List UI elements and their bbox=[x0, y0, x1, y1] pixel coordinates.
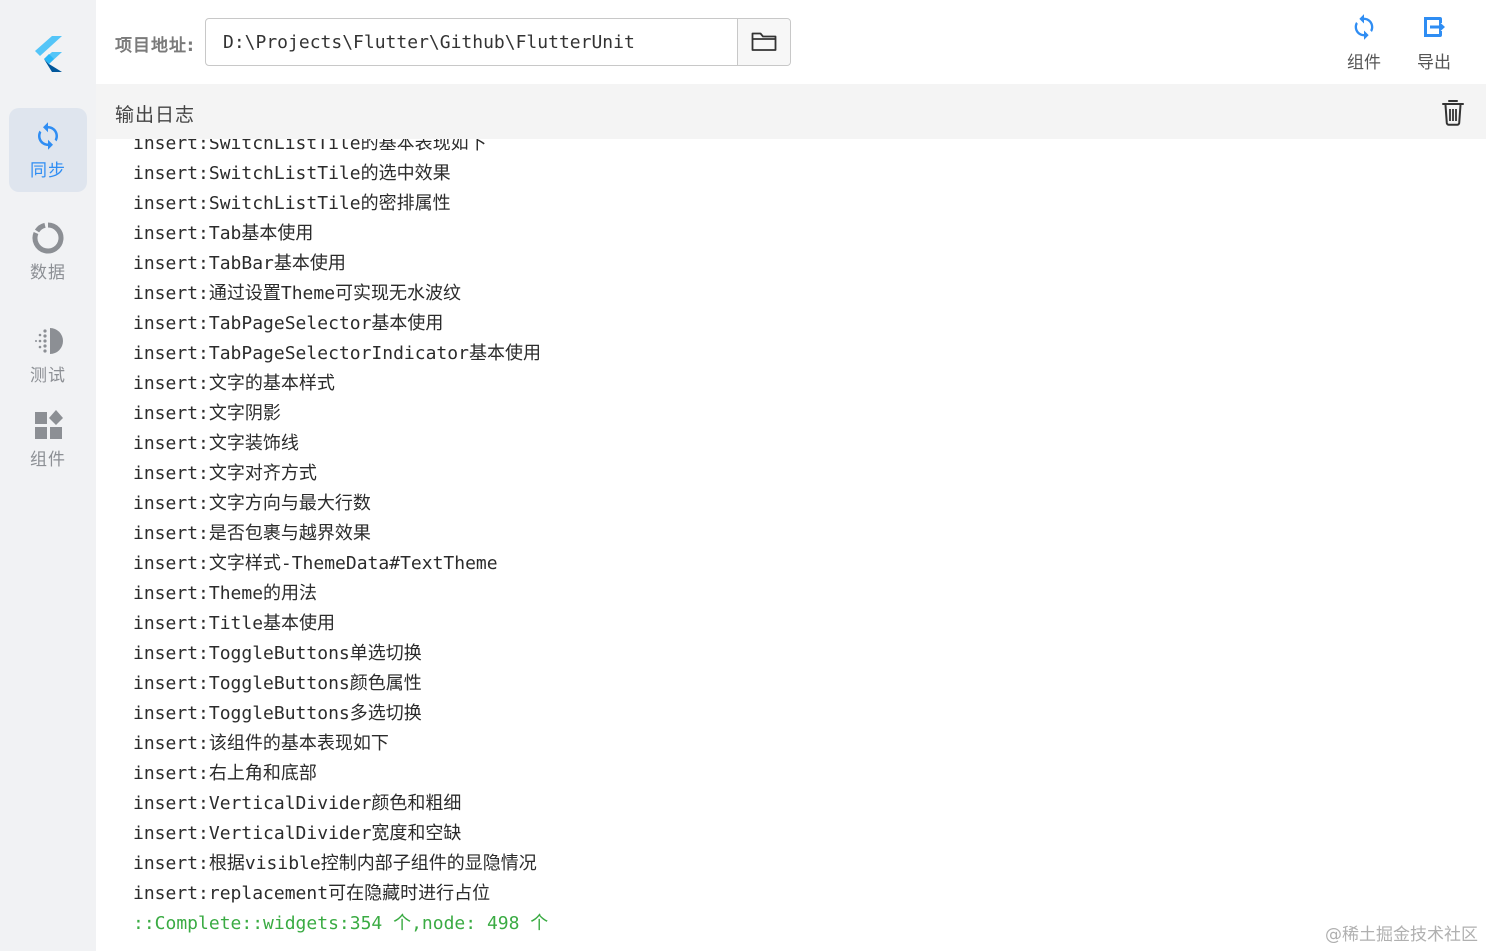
log-line: insert:replacement可在隐藏时进行占位 bbox=[133, 883, 491, 904]
export-label: 导出 bbox=[1417, 53, 1451, 73]
log-line: insert:SwitchListTile的基本表现如下 bbox=[133, 139, 487, 154]
log-lines: insert:SwitchListTile的基本表现如下 insert:Switc… bbox=[133, 139, 548, 939]
export-icon bbox=[1424, 17, 1445, 37]
widgets-icon bbox=[35, 410, 63, 439]
log-line: insert:根据visible控制内部子组件的显隐情况 bbox=[133, 853, 537, 874]
project-address-label: 项目地址: bbox=[115, 36, 195, 56]
log-complete-line: ::Complete::widgets:354 个,node: 498 个 bbox=[133, 913, 549, 934]
log-line: insert:ToggleButtons颜色属性 bbox=[133, 673, 422, 694]
sync-icon bbox=[1354, 14, 1374, 40]
log-line: insert:ToggleButtons多选切换 bbox=[133, 703, 422, 724]
log-header: 输出日志 bbox=[96, 84, 1486, 139]
project-address-field bbox=[205, 18, 791, 66]
folder-icon bbox=[751, 32, 777, 51]
log-line: insert:VerticalDivider宽度和空缺 bbox=[133, 823, 462, 844]
log-line: insert:文字方向与最大行数 bbox=[133, 493, 371, 514]
nav-item-sync[interactable]: 同步 bbox=[9, 108, 87, 192]
log-line: insert:ToggleButtons单选切换 bbox=[133, 643, 422, 664]
log-line: insert:VerticalDivider颜色和粗细 bbox=[133, 793, 462, 814]
watermark: @稀土掘金技术社区 bbox=[1325, 925, 1478, 945]
nav-label-data: 数据 bbox=[30, 263, 66, 283]
project-address-input[interactable] bbox=[206, 19, 737, 65]
dotted-half-circle-icon bbox=[35, 328, 63, 354]
sync-widgets-button[interactable]: 组件 bbox=[1336, 12, 1392, 73]
delete-icon[interactable] bbox=[1441, 98, 1465, 126]
log-line: insert:SwitchListTile的密排属性 bbox=[133, 193, 451, 214]
nav-label-sync: 同步 bbox=[30, 161, 66, 181]
nav-label-test: 测试 bbox=[30, 366, 66, 386]
circle-progress-icon bbox=[32, 222, 64, 254]
log-line: insert:TabPageSelectorIndicator基本使用 bbox=[133, 343, 541, 364]
log-line: insert:文字样式-ThemeData#TextTheme bbox=[133, 553, 498, 574]
top-bar: 项目地址: 组件 导出 bbox=[96, 0, 1486, 84]
browse-folder-button[interactable] bbox=[737, 19, 790, 65]
log-line: insert:文字的基本样式 bbox=[133, 373, 335, 394]
nav-item-widgets[interactable]: 组件 bbox=[9, 397, 87, 481]
log-line: insert:Tab基本使用 bbox=[133, 223, 314, 244]
log-line: insert:文字对齐方式 bbox=[133, 463, 317, 484]
log-line: insert:文字阴影 bbox=[133, 403, 281, 424]
log-line: insert:Theme的用法 bbox=[133, 583, 318, 604]
log-line: insert:TabPageSelector基本使用 bbox=[133, 313, 444, 334]
nav-label-widgets: 组件 bbox=[30, 450, 66, 470]
log-line: insert:通过设置Theme可实现无水波纹 bbox=[133, 283, 462, 304]
flutter-logo-icon bbox=[35, 36, 62, 72]
log-output[interactable]: insert:SwitchListTile的基本表现如下 insert:Switc… bbox=[96, 139, 1486, 951]
log-line: insert:右上角和底部 bbox=[133, 763, 317, 784]
log-line: insert:该组件的基本表现如下 bbox=[133, 733, 389, 754]
nav-item-test[interactable]: 测试 bbox=[9, 313, 87, 397]
sidebar: 同步 数据 测试 组件 bbox=[0, 0, 96, 951]
log-line: insert:文字装饰线 bbox=[133, 433, 299, 454]
log-title: 输出日志 bbox=[115, 104, 196, 126]
log-line: insert:Title基本使用 bbox=[133, 613, 336, 634]
log-line: insert:TabBar基本使用 bbox=[133, 253, 346, 274]
log-line: insert:是否包裹与越界效果 bbox=[133, 523, 371, 544]
log-line: insert:SwitchListTile的选中效果 bbox=[133, 163, 451, 184]
export-button[interactable]: 导出 bbox=[1406, 12, 1462, 73]
nav-item-data[interactable]: 数据 bbox=[9, 210, 87, 294]
sync-icon bbox=[38, 122, 58, 150]
sync-widgets-label: 组件 bbox=[1347, 53, 1381, 73]
